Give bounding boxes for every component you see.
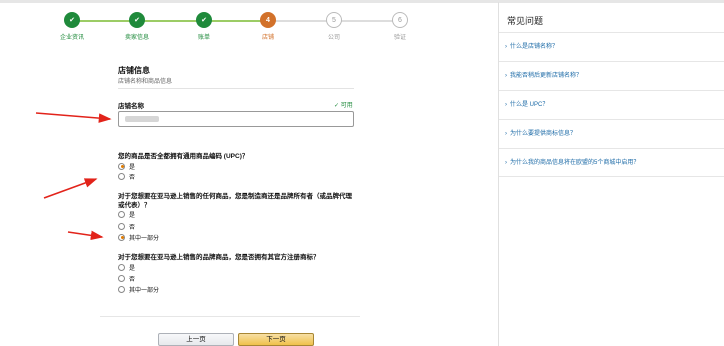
chevron-right-icon: › [505, 44, 507, 50]
step-label: 验证 [393, 35, 406, 41]
chevron-right-icon: › [505, 131, 507, 137]
step-label: 卖家信息 [124, 35, 149, 41]
radio-button[interactable] [118, 263, 125, 271]
radio-brand-owner-no[interactable]: 否 [118, 221, 135, 231]
radio-brand-owner-some[interactable]: 其中一部分 [118, 232, 159, 242]
radio-button[interactable] [118, 285, 125, 293]
step-label: 店铺 [261, 35, 274, 41]
step-number: 5 [326, 12, 342, 28]
option-label: 是 [129, 265, 136, 272]
store-name-available: ✓ 可用 [334, 103, 353, 109]
section-divider [118, 88, 354, 89]
section-title: 店铺信息 [118, 66, 150, 75]
store-name-label: 店铺名称 [118, 103, 144, 110]
question-brand-owner: 对于您想要在亚马逊上销售的任何商品，您是制造商还是品牌所有者（或品牌代理或代表）… [118, 193, 352, 209]
progress-stepper: ✔ 企业资讯 ✔ 卖家信息 ✔ 账单 4 店铺 5 公司 6 验证 [36, 12, 436, 42]
step-number: 6 [392, 12, 408, 28]
question-upc: 您的商品是否全都拥有通用商品编码 (UPC)？ [118, 153, 249, 160]
option-label: 是 [129, 164, 136, 171]
faq-item-eu-marketplaces[interactable]: › 为什么我的商品信息将在欧盟的5个商城中启用？ [499, 148, 724, 177]
chevron-right-icon: › [505, 102, 507, 108]
option-label: 是 [129, 212, 136, 219]
faq-item-label: 为什么要提供商标信息？ [510, 131, 577, 137]
arrow-to-store-name [35, 112, 112, 123]
section-subtitle: 店铺名称和商品信息 [118, 79, 173, 85]
step-label: 账单 [197, 35, 210, 41]
chevron-right-icon: › [505, 73, 507, 79]
step-number: 4 [260, 12, 276, 28]
next-page-button[interactable]: 下一页 [238, 333, 314, 346]
radio-brand-owner-yes[interactable]: 是 [118, 209, 135, 219]
faq-item-trademark[interactable]: › 为什么要提供商标信息？ [499, 119, 724, 148]
store-name-input[interactable] [118, 111, 354, 127]
faq-item-upc[interactable]: › 什么是 UPC？ [499, 90, 724, 119]
radio-upc-no[interactable]: 否 [118, 171, 135, 181]
faq-item-label: 什么是 UPC？ [510, 102, 549, 108]
faq-sidebar: 常见问题 › 什么是店铺名称？ › 我能否稍后更新店铺名称？ › 什么是 UPC？ ›… [498, 2, 724, 346]
radio-trademark-no[interactable]: 否 [118, 273, 135, 283]
radio-button[interactable] [118, 233, 125, 241]
check-icon: ✔ [64, 12, 80, 28]
radio-button[interactable] [118, 274, 125, 282]
arrow-to-brand-option [67, 230, 104, 241]
faq-title: 常见问题 [507, 16, 544, 26]
check-icon: ✔ [196, 12, 212, 28]
step-4: 4 店铺 [238, 12, 298, 41]
question-trademark: 对于您想要在亚马逊上销售的品牌商品，您是否拥有其官方注册商标？ [118, 254, 320, 261]
arrow-to-upc-question [43, 178, 98, 199]
radio-trademark-yes[interactable]: 是 [118, 262, 135, 272]
step-6: 6 验证 [370, 12, 430, 41]
faq-item-update-name[interactable]: › 我能否稍后更新店铺名称？ [499, 61, 724, 90]
option-label: 否 [129, 174, 136, 181]
faq-item-label: 什么是店铺名称？ [510, 44, 559, 50]
step-label: 公司 [327, 35, 340, 41]
radio-button[interactable] [118, 172, 125, 180]
option-label: 否 [129, 276, 136, 283]
faq-item-label: 为什么我的商品信息将在欧盟的5个商城中启用？ [510, 160, 640, 166]
faq-item-store-name[interactable]: › 什么是店铺名称？ [499, 32, 724, 61]
radio-upc-yes[interactable]: 是 [118, 161, 135, 171]
chevron-right-icon: › [505, 160, 507, 166]
radio-button[interactable] [118, 162, 125, 170]
prev-page-button[interactable]: 上一页 [158, 333, 234, 346]
radio-trademark-some[interactable]: 其中一部分 [118, 284, 159, 294]
footer-divider [100, 316, 360, 317]
step-1: ✔ 企业资讯 [42, 12, 102, 41]
redacted-value [125, 116, 159, 122]
radio-button[interactable] [118, 222, 125, 230]
check-icon: ✔ [129, 12, 145, 28]
step-3: ✔ 账单 [174, 12, 234, 41]
option-label: 否 [129, 224, 136, 231]
step-2: ✔ 卖家信息 [107, 12, 167, 41]
step-label: 企业资讯 [59, 35, 84, 41]
radio-button[interactable] [118, 210, 125, 218]
option-label: 其中一部分 [129, 287, 160, 294]
option-label: 其中一部分 [129, 235, 160, 242]
faq-item-label: 我能否稍后更新店铺名称？ [510, 73, 583, 79]
step-5: 5 公司 [304, 12, 364, 41]
